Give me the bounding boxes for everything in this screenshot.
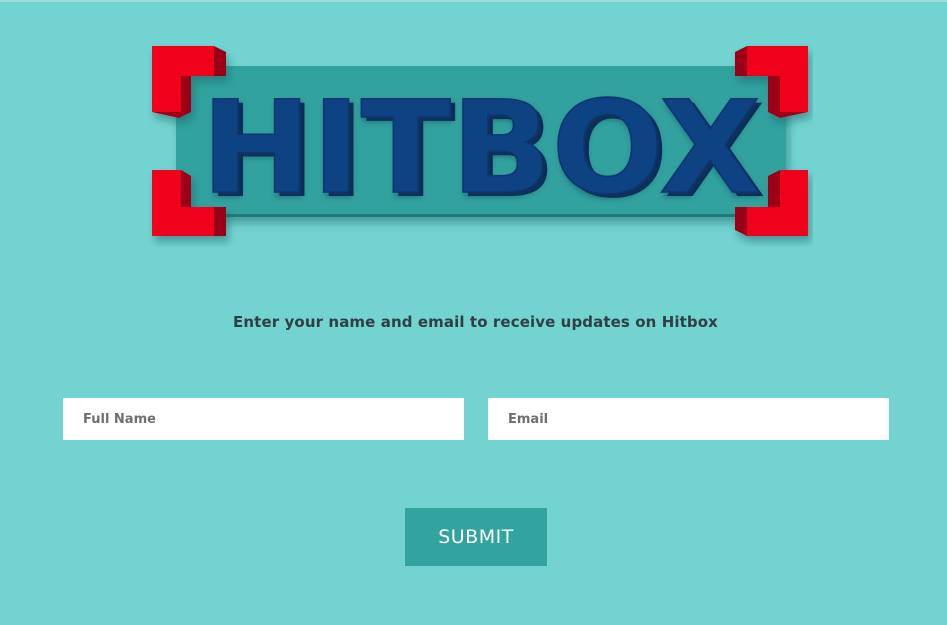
full-name-field[interactable] bbox=[63, 398, 464, 440]
submit-button[interactable]: SUBMIT bbox=[405, 508, 547, 566]
top-divider bbox=[0, 0, 947, 2]
signup-tagline: Enter your name and email to receive upd… bbox=[233, 313, 718, 331]
logo-wordmark-face: HITBOX bbox=[201, 74, 761, 223]
email-field[interactable] bbox=[488, 398, 889, 440]
hitbox-logo: HITBOX HITBOX bbox=[148, 42, 813, 247]
